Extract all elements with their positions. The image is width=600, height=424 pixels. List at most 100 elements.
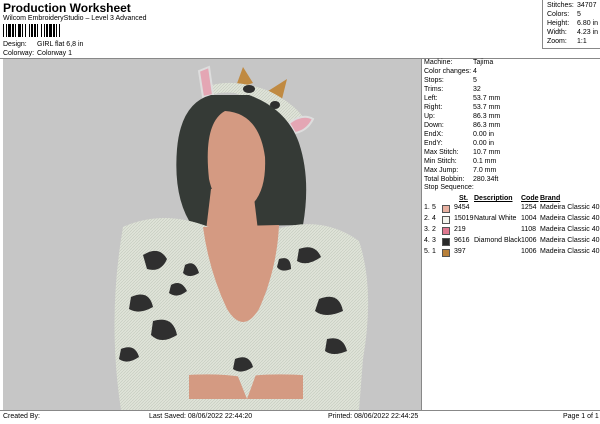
divider (0, 410, 600, 411)
stop-sequence-row: 1. 5 9454 1254 Madeira Classic 40 (424, 204, 600, 213)
worksheet-title: Production Worksheet (3, 1, 131, 15)
embroidery-artwork (114, 65, 369, 410)
software-name: Wilcom EmbroideryStudio – Level 3 Advanc… (3, 15, 147, 22)
barcode-bar (18, 24, 21, 37)
info-value: 5 (473, 77, 477, 84)
stats-box: Stitches: 34707 Colors: 5 Height: 6.80 in W… (542, 0, 600, 49)
thread-code: 1006 (521, 248, 537, 255)
col-header-code: Code (521, 195, 539, 202)
stat-value: 5 (577, 11, 581, 18)
barcode-bar (29, 24, 30, 37)
page-number: Page 1 of 1 (563, 413, 599, 420)
stop-sequence-row: 5. 1 397 1006 Madeira Classic 40 (424, 248, 600, 257)
thread-color-swatch (442, 238, 450, 246)
thread-description: Diamond Black (474, 237, 522, 244)
info-value: 53.7 mm (473, 104, 501, 111)
stitch-count: 219 (454, 226, 466, 233)
info-row: Color changes: 4 (424, 68, 600, 77)
info-row: Min Stitch: 0.1 mm (424, 158, 600, 167)
design-value: GIRL flat 6,8 in (37, 41, 84, 48)
info-label: Right: (424, 104, 443, 111)
info-value: 86.3 mm (473, 113, 501, 120)
stop-number: 4 (432, 215, 436, 222)
design-label: Design: (3, 41, 27, 48)
printed-date: Printed: 08/06/2022 22:44:25 (328, 413, 419, 420)
stat-label: Colors: (547, 11, 570, 18)
barcode-bar (12, 24, 14, 37)
info-row: Machine: Tajima (424, 59, 600, 68)
barcode-bar (53, 24, 55, 37)
stitch-count: 9616 (454, 237, 470, 244)
info-label: Min Stitch: (424, 158, 457, 165)
colorway-value: Colorway 1 (37, 50, 73, 57)
stat-value: 6.80 in (577, 20, 599, 27)
barcode-bar (49, 24, 52, 37)
info-row: Stops: 5 (424, 77, 600, 86)
info-value: Tajima (473, 59, 494, 66)
info-row: Up: 86.3 mm (424, 113, 600, 122)
stitch-count: 15019 (454, 215, 474, 222)
thread-code: 1108 (521, 226, 537, 233)
thread-brand: Madeira Classic 40 (540, 204, 600, 211)
info-row: EndY: 0.00 in (424, 140, 600, 149)
info-value: 53.7 mm (473, 95, 501, 102)
row-number: 3. (424, 226, 430, 233)
stat-stitches: Stitches: 34707 (547, 2, 600, 9)
thread-description: Natural White (474, 215, 517, 222)
info-value: 280.34ft (473, 176, 499, 183)
thread-color-swatch (442, 216, 450, 224)
stop-sequence-row: 2. 4 15019 Natural White 1004 Madeira Classic… (424, 215, 600, 224)
info-label: Max Stitch: (424, 149, 459, 156)
thread-color-swatch (442, 227, 450, 235)
stat-zoom: Zoom: 1:1 (547, 38, 600, 45)
info-row: Max Stitch: 10.7 mm (424, 149, 600, 158)
thread-code: 1254 (521, 204, 537, 211)
stop-sequence-title: Stop Sequence: (424, 184, 474, 191)
info-value: 86.3 mm (473, 122, 501, 129)
col-header-st: St. (459, 195, 468, 202)
info-label: EndX: (424, 131, 444, 138)
stop-number: 1 (432, 248, 436, 255)
info-label: Stops: (424, 77, 444, 84)
info-label: Color changes: (424, 68, 472, 75)
info-label: Total Bobbin: (424, 176, 465, 183)
col-header-brand: Brand (540, 195, 561, 202)
thread-brand: Madeira Classic 40 (540, 237, 600, 244)
barcode-bar (6, 24, 7, 37)
col-header-description: Description (474, 195, 513, 202)
stop-sequence-row: 3. 2 219 1108 Madeira Classic 40 (424, 226, 600, 235)
design-preview (3, 59, 422, 410)
info-value: 0.00 in (473, 140, 495, 147)
stitch-count: 9454 (454, 204, 470, 211)
info-row: EndX: 0.00 in (424, 131, 600, 140)
created-by: Created By: (3, 413, 40, 420)
thread-color-swatch (442, 249, 450, 257)
info-label: Up: (424, 113, 435, 120)
info-label: EndY: (424, 140, 443, 147)
info-value: 0.00 in (473, 131, 495, 138)
info-label: Machine: (424, 59, 453, 66)
barcode-bar (41, 24, 42, 37)
barcode-bar (22, 24, 23, 37)
thread-code: 1004 (521, 215, 537, 222)
barcode-bar (46, 24, 48, 37)
stat-value: 34707 (577, 2, 597, 9)
info-label: Left: (424, 95, 438, 102)
row-number: 1. (424, 204, 430, 211)
info-label: Down: (424, 122, 444, 129)
colorway-label: Colorway: (3, 50, 35, 57)
stop-sequence-row: 4. 3 9616 Diamond Black 1006 Madeira Classic … (424, 237, 600, 246)
info-value: 4 (473, 68, 477, 75)
stat-width: Width: 4.23 in (547, 29, 600, 36)
thread-brand: Madeira Classic 40 (540, 226, 600, 233)
stat-label: Height: (547, 20, 570, 27)
stat-value: 4.23 in (577, 29, 599, 36)
row-number: 5. (424, 248, 430, 255)
info-row: Left: 53.7 mm (424, 95, 600, 104)
barcode-bar (8, 24, 11, 37)
thread-code: 1006 (521, 237, 537, 244)
info-label: Max Jump: (424, 167, 459, 174)
barcode-bar (44, 24, 45, 37)
stat-label: Zoom: (547, 38, 567, 45)
stat-label: Stitches: (547, 2, 574, 9)
